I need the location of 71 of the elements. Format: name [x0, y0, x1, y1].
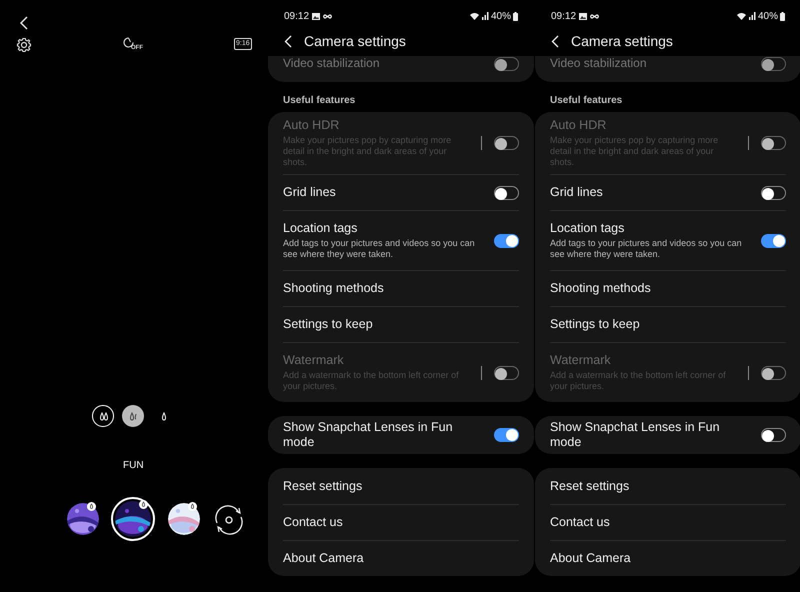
settings-link[interactable]: Reset settings [550, 478, 630, 494]
toggle-switch[interactable] [494, 57, 519, 71]
toggle-switch[interactable] [761, 234, 786, 248]
settings-link[interactable]: Contact us [550, 515, 610, 530]
wifi-icon [468, 12, 480, 20]
screen-title: Camera settings [571, 32, 673, 51]
section-header: Useful features [282, 94, 356, 108]
battery-percent: 40% [758, 10, 778, 24]
back-icon[interactable] [19, 16, 29, 30]
row-title: Grid lines [550, 185, 604, 200]
settings-icon[interactable] [16, 37, 32, 53]
toggle-switch[interactable] [761, 57, 786, 71]
filter-button[interactable] [92, 405, 114, 427]
lens-button[interactable] [168, 503, 200, 535]
settings-link[interactable]: Settings to keep [283, 317, 373, 332]
battery-icon [780, 12, 785, 20]
toggle-switch[interactable] [761, 186, 786, 200]
back-icon[interactable] [551, 34, 559, 48]
status-time: 09:12 [551, 10, 576, 24]
toggle-switch[interactable] [761, 428, 786, 442]
filter-button[interactable] [122, 405, 144, 427]
back-icon[interactable] [284, 34, 292, 48]
toggle-switch[interactable] [494, 428, 519, 442]
row-title: Grid lines [283, 185, 337, 200]
settings-row[interactable]: Show Snapchat Lenses in Fun mode [550, 416, 786, 454]
lens-badge-icon [139, 500, 148, 509]
row-title: Show Snapchat Lenses in Fun mode [550, 420, 721, 450]
gallery-icon [579, 12, 588, 20]
battery-percent: 40% [490, 10, 511, 24]
settings-row[interactable]: Location tags Add tags to your pictures and videos so you can see where they were taken. [283, 210, 519, 270]
settings-link[interactable]: Shooting methods [550, 281, 651, 296]
settings-row[interactable]: Video stabilization [535, 56, 800, 82]
settings-link[interactable]: Contact us [283, 515, 343, 530]
droplet-icon [97, 410, 109, 422]
row-title: Auto HDR [283, 118, 340, 133]
wifi-icon [736, 12, 747, 20]
lens-badge-icon [188, 502, 197, 511]
settings-link[interactable]: Shooting methods [283, 281, 384, 296]
section-header: Useful features [549, 94, 624, 108]
mode-label: FUN [123, 459, 144, 473]
status-time: 09:12 [284, 10, 310, 24]
row-title: Watermark [283, 353, 345, 368]
screen-title: Camera settings [304, 32, 406, 51]
settings-row[interactable]: Location tags Add tags to your pictures and videos so you can see where they were taken. [550, 210, 786, 270]
lens-button[interactable] [67, 503, 99, 535]
lens-badge-icon [87, 502, 96, 511]
settings-link[interactable]: Settings to keep [550, 317, 640, 332]
infinity-icon [590, 14, 600, 18]
row-title: Auto HDR [550, 118, 608, 133]
lens-button[interactable] [111, 497, 155, 541]
row-title: Location tags [283, 221, 358, 236]
settings-row[interactable]: Grid lines [550, 174, 786, 210]
row-title: Location tags [550, 221, 626, 236]
settings-row[interactable]: Video stabilization [268, 56, 534, 82]
row-description: Add tags to your pictures and videos so you can see where they were taken. [550, 238, 743, 260]
gallery-icon [312, 12, 320, 20]
settings-link[interactable]: Reset settings [283, 478, 362, 494]
signal-icon [748, 12, 756, 20]
infinity-icon [323, 14, 332, 18]
toggle-switch[interactable] [494, 234, 519, 248]
row-description: Add tags to your pictures and videos so you can see where they were taken. [283, 238, 476, 260]
signal-icon [482, 12, 489, 20]
settings-row[interactable]: Show Snapchat Lenses in Fun mode [283, 416, 519, 454]
droplet-icon [127, 410, 139, 422]
row-title: Show Snapchat Lenses in Fun mode [283, 420, 454, 450]
settings-link[interactable]: About Camera [283, 551, 364, 566]
toggle-switch[interactable] [494, 186, 519, 200]
battery-icon [513, 12, 518, 20]
row-title: Watermark [550, 353, 612, 368]
settings-link[interactable]: About Camera [550, 551, 631, 566]
settings-row[interactable]: Grid lines [283, 174, 519, 210]
